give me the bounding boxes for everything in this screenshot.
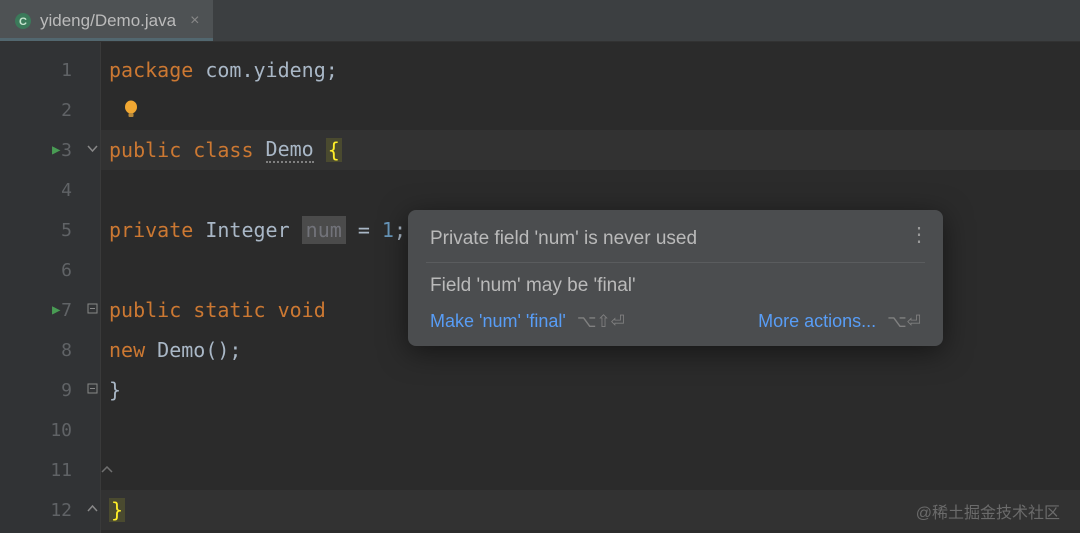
fold-close-icon[interactable]	[87, 383, 98, 398]
line-number: 11	[50, 460, 72, 481]
code-line[interactable]	[101, 450, 1080, 490]
highlighted-field: num	[302, 216, 346, 244]
code-line[interactable]: package com.yideng;	[101, 50, 1080, 90]
watermark: @稀土掘金技术社区	[916, 499, 1060, 523]
code-line[interactable]: public class Demo {	[101, 130, 1080, 170]
lightbulb-icon[interactable]	[121, 100, 141, 120]
collapse-up-icon[interactable]	[101, 463, 113, 478]
line-number: 3	[61, 140, 72, 161]
run-gutter-icon[interactable]: ▶	[52, 142, 60, 158]
code-line[interactable]	[101, 90, 1080, 130]
file-tab[interactable]: C yideng/Demo.java ×	[0, 0, 213, 41]
java-class-icon: C	[14, 12, 32, 30]
line-number: 2	[61, 100, 72, 121]
svg-text:C: C	[19, 16, 27, 28]
line-number: 8	[61, 340, 72, 361]
line-number: 9	[61, 380, 72, 401]
tab-bar: C yideng/Demo.java ×	[0, 0, 1080, 42]
divider	[426, 262, 925, 263]
line-number: 7	[61, 300, 72, 321]
fold-icon[interactable]	[87, 503, 98, 518]
inspection-popup: ⋮ Private field 'num' is never used Fiel…	[408, 210, 943, 346]
fold-open-icon[interactable]	[87, 303, 98, 318]
line-number: 5	[61, 220, 72, 241]
quickfix-link[interactable]: Make 'num' 'final'	[430, 311, 566, 331]
fold-icon[interactable]	[87, 143, 98, 158]
popup-actions: Make 'num' 'final' ⌥⇧⏎ More actions... ⌥…	[408, 303, 943, 336]
more-options-icon[interactable]: ⋮	[909, 222, 927, 247]
code-line[interactable]: }	[101, 370, 1080, 410]
more-actions-link[interactable]: More actions...	[758, 311, 876, 331]
line-number: 1	[61, 60, 72, 81]
line-number: 10	[50, 420, 72, 441]
inspection-message: Field 'num' may be 'final'	[408, 269, 943, 303]
gutter: 1 2 ▶ 3 4 5 6 ▶ 7 8 9 10 11 12	[0, 42, 100, 533]
line-number: 4	[61, 180, 72, 201]
close-icon[interactable]: ×	[190, 12, 199, 30]
code-line[interactable]	[101, 410, 1080, 450]
run-gutter-icon[interactable]: ▶	[52, 302, 60, 318]
shortcut-hint: ⌥⏎	[887, 312, 921, 331]
line-number: 12	[50, 500, 72, 521]
line-number: 6	[61, 260, 72, 281]
code-line[interactable]	[101, 170, 1080, 210]
shortcut-hint: ⌥⇧⏎	[577, 312, 625, 331]
tab-label: yideng/Demo.java	[40, 11, 176, 31]
inspection-message: Private field 'num' is never used	[408, 222, 943, 256]
